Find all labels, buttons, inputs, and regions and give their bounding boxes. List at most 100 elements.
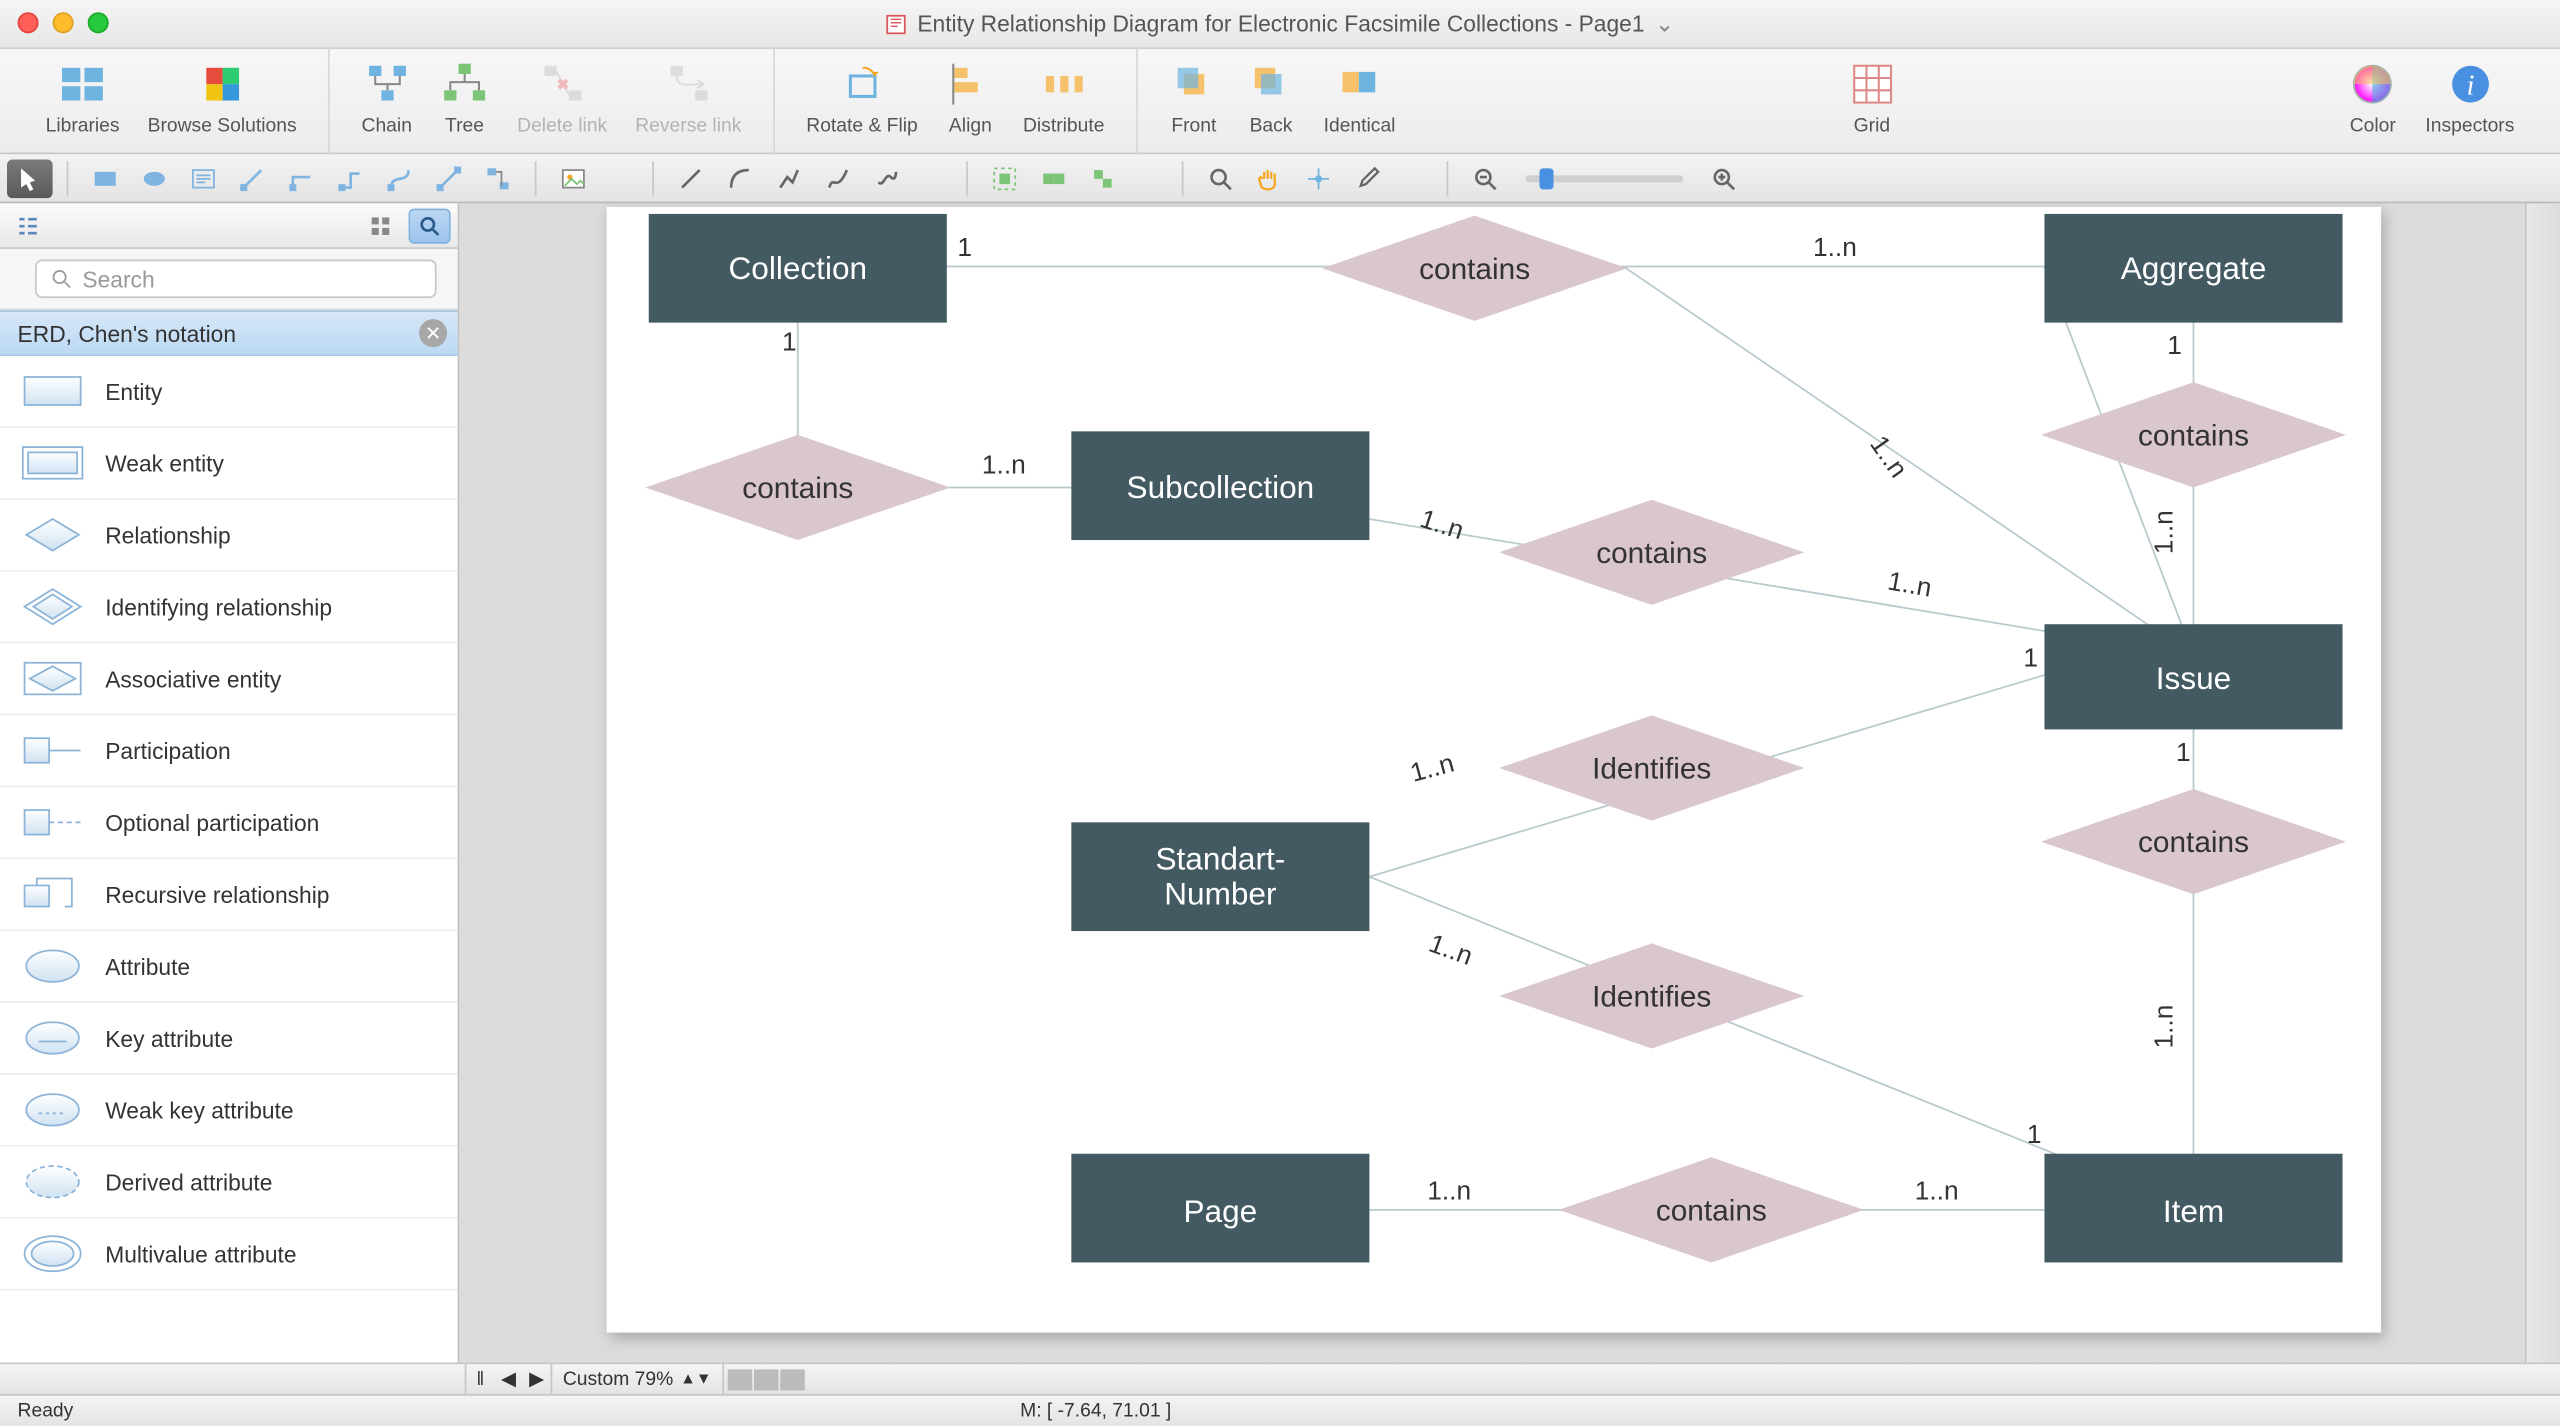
insert-image-tool[interactable] [551,159,597,198]
shape-weak-key-attribute[interactable]: Weak key attribute [0,1075,458,1147]
select-tool[interactable] [7,159,53,198]
page-prev[interactable]: ◀ [494,1367,522,1392]
rel-identifies-standart-issue[interactable]: Identifies [1499,715,1804,820]
distribute-button[interactable]: Distribute [1009,55,1119,136]
title-bar: Entity Relationship Diagram for Electron… [0,0,2560,49]
text-tool[interactable] [181,159,227,198]
entity-issue[interactable]: Issue [2044,624,2342,729]
svg-text:1..n: 1..n [2148,1005,2178,1049]
panel-view-search[interactable] [409,208,451,243]
group-tool-1[interactable] [982,159,1028,198]
maximize-window-button[interactable] [88,12,109,33]
shape-optional-participation[interactable]: Optional participation [0,787,458,859]
entity-page[interactable]: Page [1071,1154,1369,1263]
shape-recursive-relationship[interactable]: Recursive relationship [0,859,458,931]
rel-contains-aggregate-issue[interactable]: contains [2041,382,2346,487]
page-next[interactable]: ▶ [523,1367,551,1392]
library-panel-toolbar [0,203,458,249]
freehand-tool[interactable] [864,159,910,198]
connector-tool-1[interactable] [230,159,276,198]
rel-contains-collection-subcollection[interactable]: contains [645,435,950,540]
rotate-flip-button[interactable]: Rotate & Flip [792,55,932,136]
document-icon [886,13,907,34]
polyline-tool[interactable] [766,159,812,198]
view-mode-2[interactable] [754,1369,779,1390]
shape-entity[interactable]: Entity [0,356,458,428]
panel-view-grid[interactable] [359,208,401,243]
zoom-tool[interactable] [1198,159,1244,198]
library-search-input[interactable]: Search [35,260,437,299]
entity-standart-number[interactable]: Standart-Number [1071,822,1369,931]
shape-associative-entity[interactable]: Associative entity [0,643,458,715]
shape-participation[interactable]: Participation [0,715,458,787]
close-library-button[interactable]: ✕ [419,319,447,347]
panel-view-outline[interactable] [7,208,49,243]
shape-derived-attribute[interactable]: Derived attribute [0,1147,458,1219]
close-window-button[interactable] [18,12,39,33]
shape-multivalue-attribute[interactable]: Multivalue attribute [0,1219,458,1291]
identical-button[interactable]: Identical [1310,55,1410,136]
page-pause[interactable]: ‖ [466,1367,494,1392]
browse-solutions-button[interactable]: Browse Solutions [134,55,311,136]
svg-text:contains: contains [1656,1194,1767,1227]
minimize-window-button[interactable] [53,12,74,33]
library-header[interactable]: ERD, Chen's notation ✕ [0,310,458,356]
connector-tool-4[interactable] [377,159,423,198]
shape-identifying-relationship[interactable]: Identifying relationship [0,572,458,644]
svg-text:Item: Item [2163,1193,2224,1229]
group-tool-2[interactable] [1031,159,1077,198]
svg-text:i: i [2466,69,2474,101]
inspectors-button[interactable]: i Inspectors [2411,55,2528,136]
color-button[interactable]: Color [2334,55,2411,136]
view-mode-3[interactable] [780,1369,805,1390]
svg-text:Page: Page [1184,1193,1258,1229]
entity-subcollection[interactable]: Subcollection [1071,431,1369,540]
zoom-combo[interactable]: Custom 79% ▲▼ [551,1364,724,1394]
rel-contains-subcollection-issue[interactable]: contains [1499,500,1804,605]
zoom-in-button[interactable] [1701,159,1747,198]
chain-button[interactable]: Chain [348,55,426,136]
group-tool-3[interactable] [1080,159,1126,198]
svg-text:Standart-: Standart- [1155,841,1285,877]
zoom-slider[interactable] [1525,174,1683,181]
document-title[interactable]: Entity Relationship Diagram for Electron… [886,10,1674,38]
shape-relationship[interactable]: Relationship [0,500,458,572]
entity-aggregate[interactable]: Aggregate [2044,214,2342,323]
rel-contains-page-item[interactable]: contains [1559,1157,1864,1262]
connector-tool-5[interactable] [426,159,472,198]
eyedropper-tool[interactable] [1345,159,1391,198]
diagram-page[interactable]: Collection Aggregate Subcollection Issue… [607,207,2381,1333]
rel-contains-issue-item[interactable]: contains [2041,789,2346,894]
line-tool[interactable] [668,159,714,198]
curve-tool[interactable] [717,159,763,198]
shape-weak-entity[interactable]: Weak entity [0,428,458,500]
svg-text:contains: contains [2138,419,2249,452]
status-bar: Ready M: [ -7.64, 71.01 ] [0,1394,2560,1426]
libraries-button[interactable]: Libraries [32,55,134,136]
rel-identifies-standart-item[interactable]: Identifies [1499,943,1804,1048]
ellipse-tool[interactable] [132,159,178,198]
front-button[interactable]: Front [1155,55,1232,136]
right-scrollbar[interactable] [2525,203,2560,1362]
grid-button[interactable]: Grid [1833,55,1910,136]
point-tool[interactable] [1296,159,1342,198]
rel-contains-collection-aggregate[interactable]: contains [1322,216,1627,321]
rectangle-tool[interactable] [82,159,128,198]
delete-link-icon [538,59,587,108]
align-button[interactable]: Align [932,55,1009,136]
canvas[interactable]: Collection Aggregate Subcollection Issue… [459,203,2560,1362]
entity-item[interactable]: Item [2044,1154,2342,1263]
shape-attribute[interactable]: Attribute [0,931,458,1003]
connector-tool-2[interactable] [279,159,325,198]
back-button[interactable]: Back [1232,55,1309,136]
pan-tool[interactable] [1247,159,1293,198]
shape-key-attribute[interactable]: Key attribute [0,1003,458,1075]
tree-button[interactable]: Tree [426,55,503,136]
spline-tool[interactable] [815,159,861,198]
view-mode-1[interactable] [727,1369,752,1390]
entity-collection[interactable]: Collection [649,214,947,323]
connector-tool-6[interactable] [475,159,521,198]
status-text: Ready [18,1400,74,1421]
zoom-out-button[interactable] [1462,159,1508,198]
connector-tool-3[interactable] [328,159,374,198]
